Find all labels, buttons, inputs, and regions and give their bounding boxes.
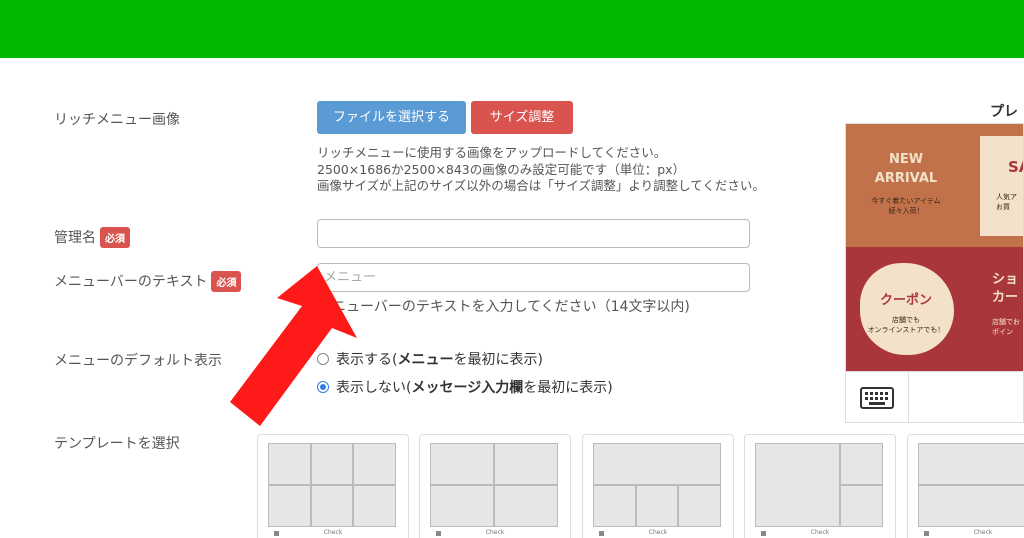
- keyboard-icon[interactable]: [860, 386, 894, 410]
- template-option-6-grid[interactable]: Check: [257, 434, 409, 538]
- rich-menu-preview: NEW ARRIVAL 今すぐ着たいアイテム 続々入荷！ SA 人気ア お買 ク…: [845, 123, 1024, 423]
- template-option-4-grid[interactable]: Check: [419, 434, 571, 538]
- management-name-input[interactable]: [317, 219, 750, 248]
- template-layout: [268, 443, 396, 527]
- image-help-text: リッチメニューに使用する画像をアップロードしてください。 2500×1686か2…: [317, 145, 765, 193]
- template-layout: [918, 443, 1024, 527]
- required-badge: 必須: [100, 226, 130, 248]
- preview-keyboard-bar: [846, 371, 1023, 422]
- red-arrow-annotation: [230, 266, 357, 426]
- template-option-1-3[interactable]: Check: [582, 434, 734, 538]
- template-layout: [430, 443, 558, 527]
- template-option-2-rows[interactable]: Check: [907, 434, 1024, 538]
- preview-tile-coupon: クーポン 店舗でも オンラインストアでも！: [846, 247, 966, 371]
- select-file-button[interactable]: ファイルを選択する: [317, 101, 466, 134]
- rich-menu-image-label: リッチメニュー画像: [54, 112, 180, 128]
- preview-tile-shop-card: ショ カー 店舗でお ポイン: [966, 247, 1023, 371]
- menubar-text-input[interactable]: [317, 263, 750, 292]
- template-check-label: Check: [323, 529, 343, 536]
- template-option-left-big[interactable]: Check: [744, 434, 896, 538]
- preview-title: プレ: [990, 104, 1018, 120]
- template-check-label: Check: [973, 529, 993, 536]
- management-name-label: 管理名 必須: [54, 226, 130, 249]
- default-display-label: メニューのデフォルト表示: [54, 353, 222, 369]
- menubar-text-hint: ニューバーのテキストを入力してください（14文字以内): [332, 299, 690, 315]
- menubar-text-label: メニューバーのテキスト 必須: [54, 270, 242, 293]
- template-check-label: Check: [485, 529, 505, 536]
- radio-hide-menu[interactable]: 表示しない(メッセージ入力欄 を最初に表示): [317, 377, 613, 397]
- keyboard-divider: [908, 372, 909, 422]
- template-check-label: Check: [810, 529, 830, 536]
- preview-tile-new-arrival: NEW ARRIVAL 今すぐ着たいアイテム 続々入荷！: [846, 124, 966, 247]
- template-layout: [755, 443, 883, 527]
- template-check-label: Check: [648, 529, 668, 536]
- top-header-bar: [0, 0, 1024, 58]
- resize-button[interactable]: サイズ調整: [471, 101, 573, 134]
- template-layout: [593, 443, 721, 527]
- preview-tile-sale: SA 人気ア お買: [966, 124, 1023, 247]
- template-select-label: テンプレートを選択: [54, 436, 180, 452]
